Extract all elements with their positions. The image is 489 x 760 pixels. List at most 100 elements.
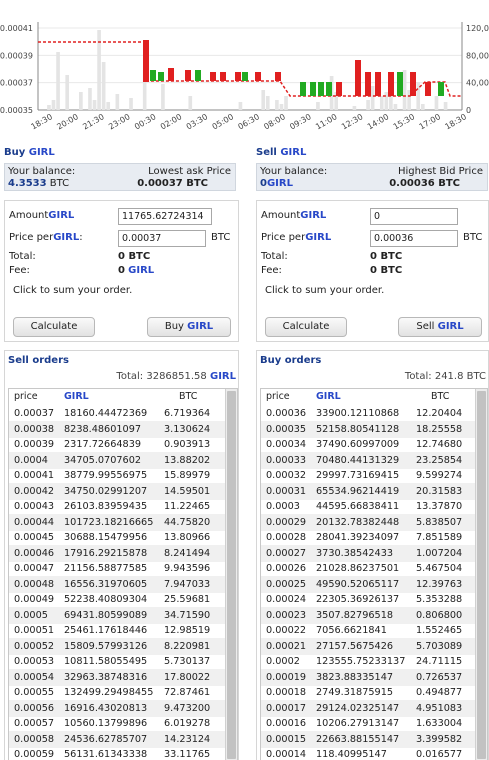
sell-calculate-button[interactable]: Calculate <box>265 317 347 337</box>
sell-amount-input[interactable]: 0 <box>370 208 458 225</box>
sell-row-amount: 10811.58055495 <box>64 656 148 667</box>
highest-bid-label: Highest Bid Price <box>397 166 483 177</box>
buy-row-price: 0.00035 <box>266 423 307 435</box>
buy-order-row[interactable]: 0.00028 28041.39234097 7.851589 <box>261 529 487 546</box>
sell-price-input[interactable]: 0.00036 <box>370 230 458 247</box>
buy-order-row[interactable]: 0.00034 37490.60997009 12.74680 <box>261 436 487 453</box>
sell-order-row[interactable]: 0.00039 2317.72664839 0.903913 <box>9 436 237 453</box>
sell-order-row[interactable]: 0.00049 52238.40809304 25.59681 <box>9 591 237 608</box>
buy-order-row[interactable]: 0.00026 21028.86237501 5.467504 <box>261 560 487 577</box>
sell-row-amount: 18160.44472369 <box>64 408 148 419</box>
sell-orders-scroll-thumb[interactable] <box>227 391 236 759</box>
sell-fee-label: Fee: <box>261 265 282 276</box>
buy-order-row[interactable]: 0.00021 27157.5675426 5.703089 <box>261 637 487 655</box>
chart-x-label: 00:30 <box>133 112 157 131</box>
chart-volume-bar <box>101 62 106 110</box>
buy-order-row[interactable]: 0.00031 65534.96214419 20.31583 <box>261 482 487 500</box>
sell-total-label: Total: <box>261 251 288 262</box>
sell-order-row[interactable]: 0.00052 15809.57993126 8.220981 <box>9 637 237 655</box>
sell-orders-header: price GIRL BTC <box>9 389 237 405</box>
chart-volume-bar <box>420 104 425 110</box>
buy-submit-button[interactable]: Buy GIRL <box>147 317 231 337</box>
buy-row-btc: 0.016577 <box>416 749 463 760</box>
chart-y-right-label: 0 <box>466 106 471 115</box>
sell-order-row[interactable]: 0.00058 24536.62785707 14.23124 <box>9 730 237 748</box>
buy-orders-scroll-thumb[interactable] <box>477 391 486 759</box>
buy-row-btc: 3.399582 <box>416 733 463 745</box>
buy-order-row[interactable]: 0.00025 49590.52065117 12.39763 <box>261 575 487 593</box>
sell-order-row[interactable]: 0.00041 38779.99556975 15.89979 <box>9 467 237 484</box>
sell-order-row[interactable]: 0.00044 101723.18216665 44.75820 <box>9 513 237 531</box>
buy-price-unit: BTC <box>211 232 231 243</box>
sell-order-row[interactable]: 0.00048 16556.31970605 7.947033 <box>9 575 237 593</box>
chart-x-label: 15:30 <box>392 112 416 131</box>
buy-order-row[interactable]: 0.00032 29997.73169415 9.599274 <box>261 467 487 484</box>
buy-order-row[interactable]: 0.00022 7056.6621841 1.552465 <box>261 622 487 639</box>
buy-row-price: 0.00019 <box>266 671 307 683</box>
buy-row-price: 0.00026 <box>266 563 307 574</box>
buy-order-row[interactable]: 0.00035 52158.80541128 18.25558 <box>261 420 487 438</box>
buy-order-row[interactable]: 0.00029 20132.78382448 5.838507 <box>261 513 487 531</box>
sell-order-row[interactable]: 0.00059 56131.61343338 33.11765 <box>9 746 237 760</box>
buy-row-amount: 2749.31875915 <box>316 687 394 698</box>
buy-order-row[interactable]: 0.00016 10206.27913147 1.633004 <box>261 715 487 732</box>
buy-amount-input[interactable]: 11765.62724314 <box>118 208 212 225</box>
chart-candle <box>438 82 444 96</box>
buy-row-price: 0.00034 <box>266 439 307 450</box>
sell-order-row[interactable]: 0.00054 32963.38748316 17.80022 <box>9 668 237 686</box>
buy-orders-scrollbar[interactable] <box>475 389 487 760</box>
sell-orders-scrollbar[interactable] <box>225 389 237 760</box>
sell-order-row[interactable]: 0.00051 25461.17618446 12.98519 <box>9 622 237 639</box>
buy-order-row[interactable]: 0.00027 3730.38542433 1.007204 <box>261 544 487 562</box>
buy-row-amount: 3823.88335147 <box>316 671 394 683</box>
buy-order-row[interactable]: 0.00023 3507.82796518 0.806800 <box>261 606 487 624</box>
buy-order-row[interactable]: 0.0002 123555.75233137 24.71115 <box>261 653 487 670</box>
buy-row-btc: 20.31583 <box>416 485 463 497</box>
buy-order-row[interactable]: 0.00033 70480.44131329 23.25854 <box>261 451 487 469</box>
sell-row-btc: 7.947033 <box>164 578 211 590</box>
sell-submit-coin: GIRL <box>437 321 464 332</box>
chart-volume-bar <box>47 105 51 110</box>
chart-candle <box>425 82 431 96</box>
buy-order-row[interactable]: 0.00015 22663.88155147 3.399582 <box>261 730 487 748</box>
sell-order-row[interactable]: 0.00047 21156.58877585 9.943596 <box>9 560 237 577</box>
buy-orders-title: Buy orders <box>260 355 322 366</box>
sell-order-row[interactable]: 0.00046 17916.29215878 8.241494 <box>9 544 237 562</box>
sell-row-btc: 6.719364 <box>164 408 211 419</box>
sell-order-row[interactable]: 0.00053 10811.58055495 5.730137 <box>9 653 237 670</box>
sell-order-row[interactable]: 0.00055 132499.29498455 72.87461 <box>9 684 237 701</box>
buy-orders-header: price GIRL BTC <box>261 389 487 405</box>
buy-calculate-button[interactable]: Calculate <box>13 317 95 337</box>
sell-order-row[interactable]: 0.0004 34705.0707602 13.88202 <box>9 451 237 469</box>
sell-row-amount: 16556.31970605 <box>64 578 148 590</box>
chart-x-label: 02:00 <box>159 112 183 131</box>
chart-candle <box>318 82 324 96</box>
sell-order-row[interactable]: 0.00037 18160.44472369 6.719364 <box>9 405 237 422</box>
buy-order-row[interactable]: 0.0003 44595.66838411 13.37870 <box>261 498 487 515</box>
buy-order-row[interactable]: 0.00024 22305.36926137 5.353288 <box>261 591 487 608</box>
chart-x-label: 12:30 <box>340 112 364 131</box>
buy-total-label: Total: <box>9 251 36 262</box>
buy-order-row[interactable]: 0.00019 3823.88335147 0.726537 <box>261 668 487 686</box>
sell-order-row[interactable]: 0.00056 16916.43020813 9.473200 <box>9 699 237 717</box>
buy-row-btc: 0.494877 <box>416 687 463 698</box>
sell-order-row[interactable]: 0.00038 8238.48601097 3.130624 <box>9 420 237 438</box>
sell-order-row[interactable]: 0.0005 69431.80599089 34.71590 <box>9 606 237 624</box>
sell-order-row[interactable]: 0.00057 10560.13799896 6.019278 <box>9 715 237 732</box>
sell-orders-title: Sell orders <box>8 355 69 366</box>
sell-row-btc: 11.22465 <box>164 501 211 512</box>
sell-row-amount: 2317.72664839 <box>64 439 142 450</box>
buy-order-row[interactable]: 0.00017 29124.02325147 4.951083 <box>261 699 487 717</box>
sell-order-row[interactable]: 0.00045 30688.15479956 13.80966 <box>9 529 237 546</box>
buy-order-row[interactable]: 0.00036 33900.12110868 12.20404 <box>261 405 487 422</box>
buy-order-row[interactable]: 0.00018 2749.31875915 0.494877 <box>261 684 487 701</box>
chart-y-right-label: 80,000 <box>466 51 489 60</box>
buy-price-input[interactable]: 0.00037 <box>118 230 206 247</box>
sell-order-row[interactable]: 0.00043 26103.83959435 11.22465 <box>9 498 237 515</box>
sell-order-row[interactable]: 0.00042 34750.02991207 14.59501 <box>9 482 237 500</box>
buy-row-btc: 7.851589 <box>416 532 463 543</box>
sell-row-price: 0.00043 <box>14 501 55 512</box>
buy-total-value: 0 BTC <box>118 251 151 262</box>
buy-order-row[interactable]: 0.00014 118.40995147 0.016577 <box>261 746 487 760</box>
sell-submit-button[interactable]: Sell GIRL <box>398 317 482 337</box>
